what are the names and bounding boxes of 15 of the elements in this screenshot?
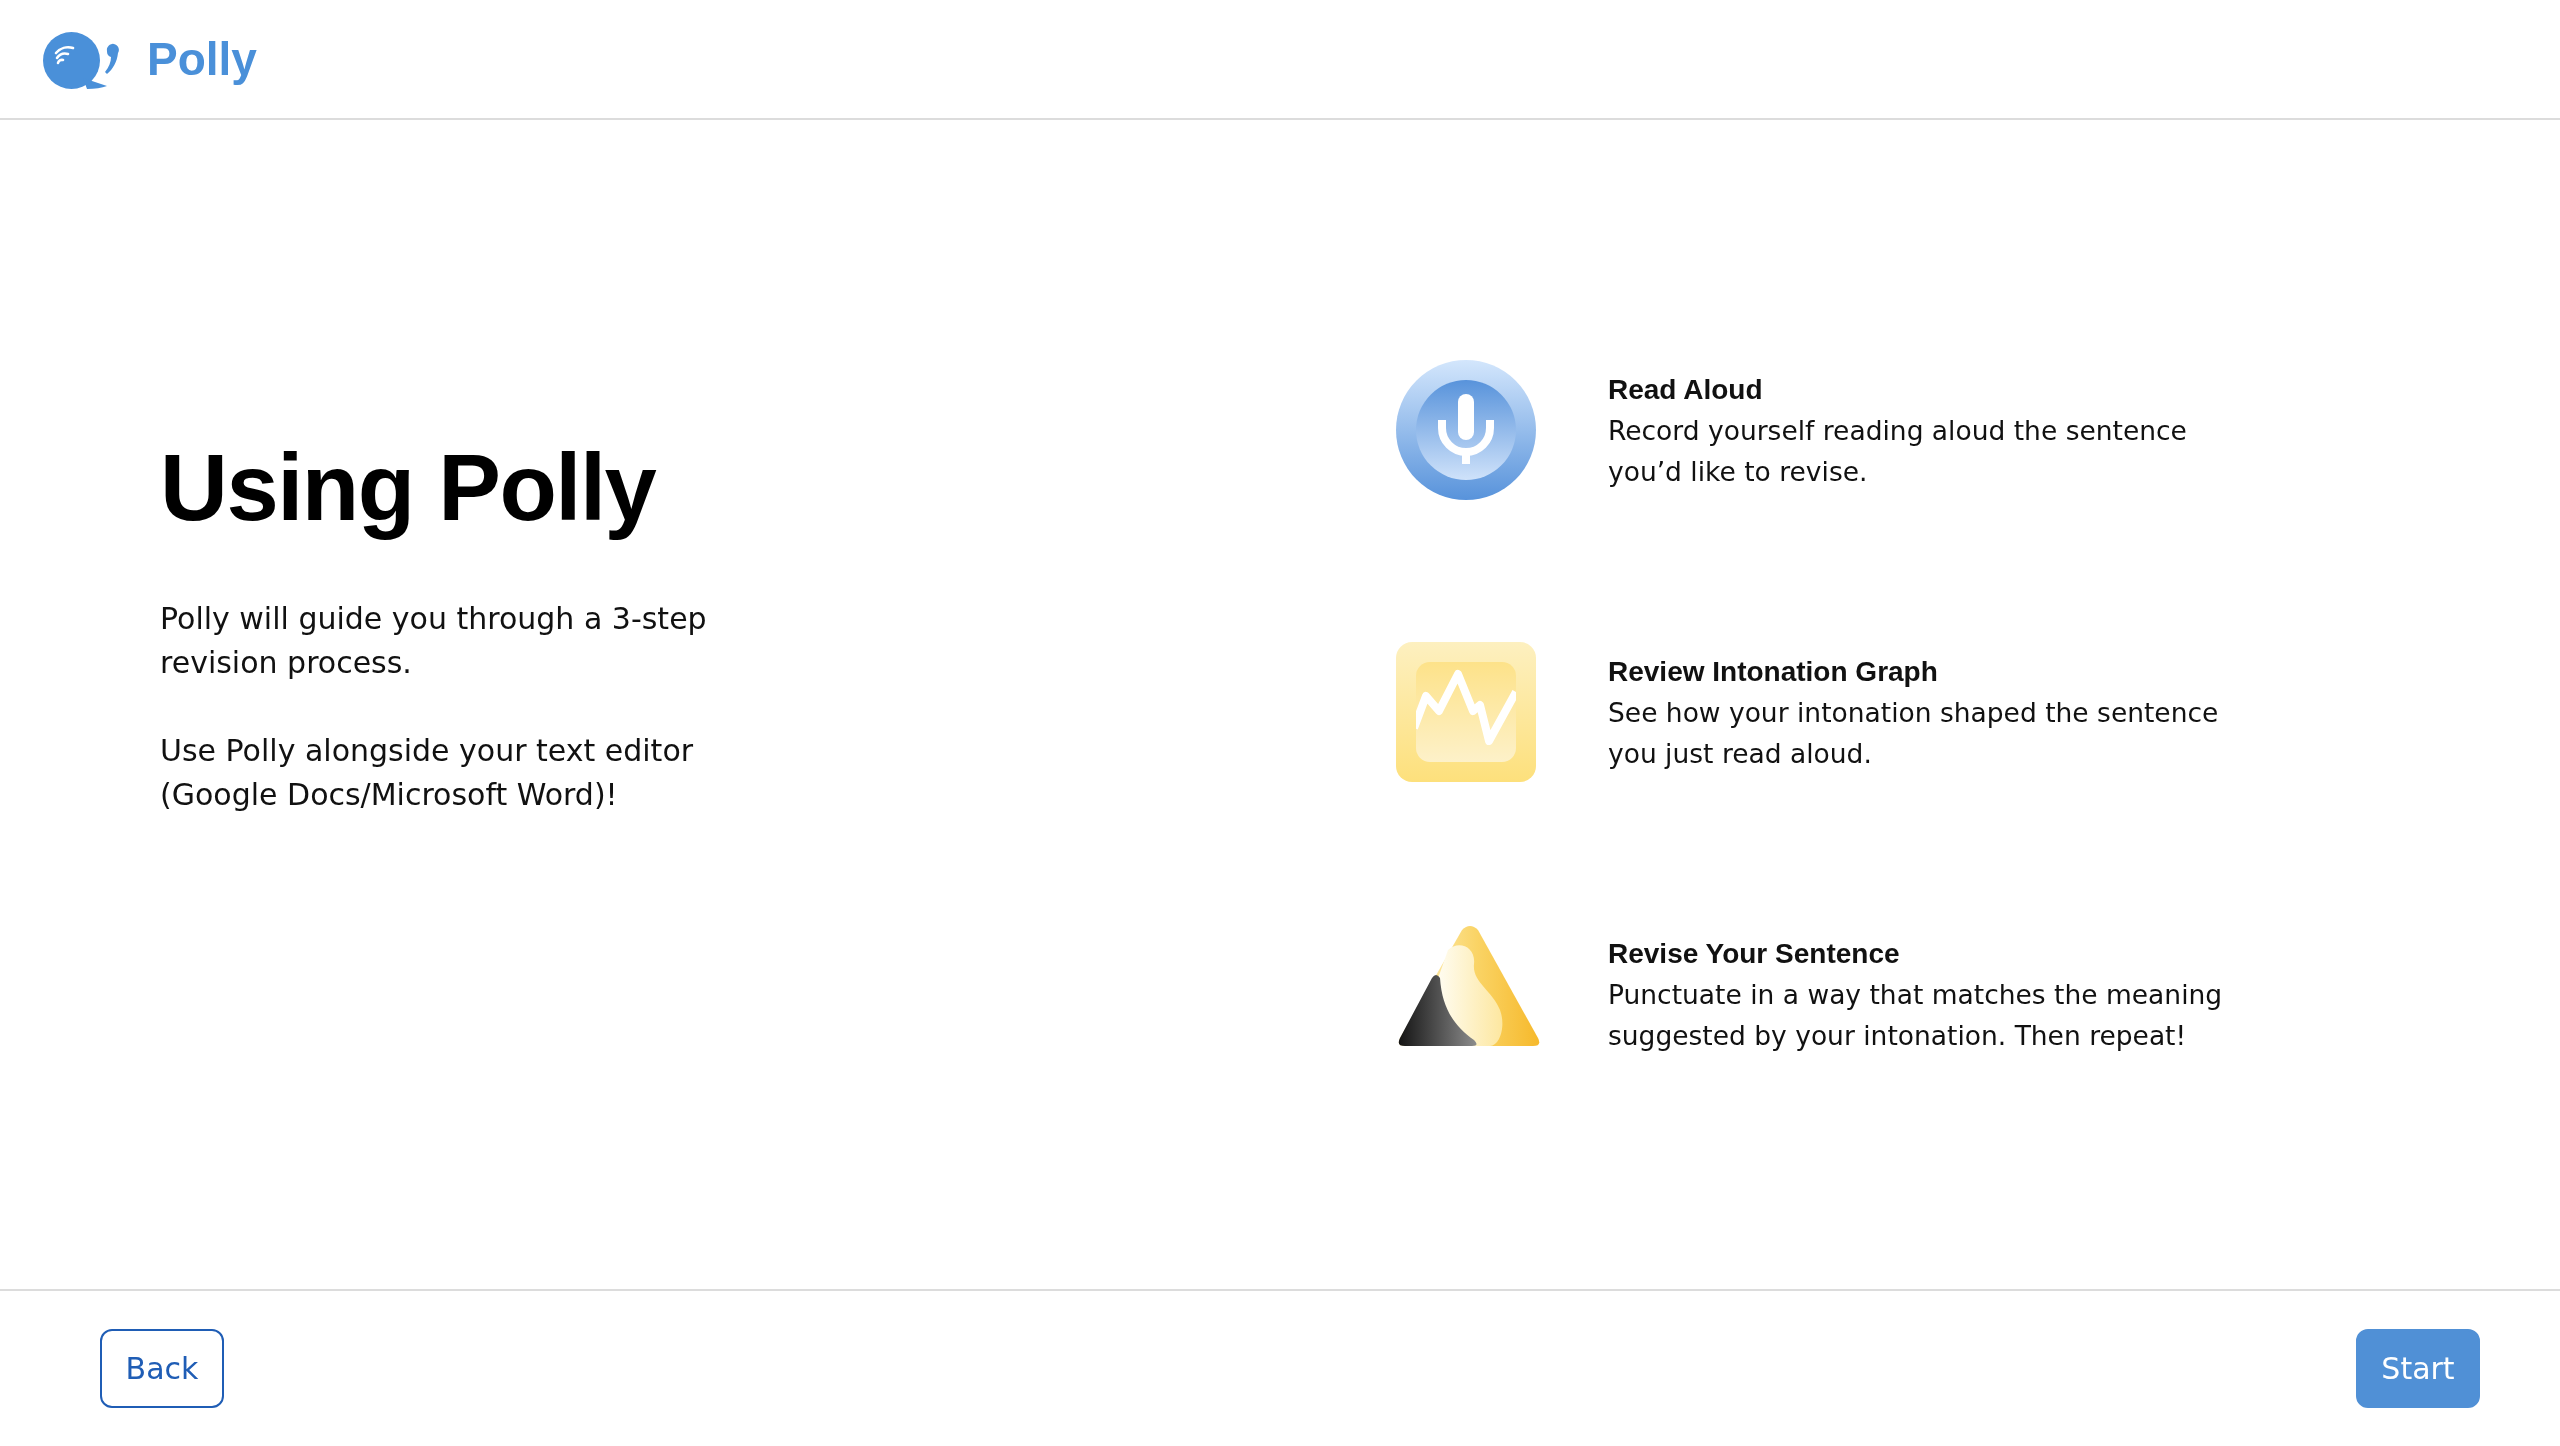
line-graph-icon <box>1396 642 1536 782</box>
microphone-icon <box>1396 360 1536 500</box>
step-description: See how your intonation shaped the sentence you just read aloud. <box>1608 695 2220 771</box>
step-title: Read Aloud <box>1608 372 1764 407</box>
start-button[interactable]: Start <box>2356 1329 2480 1408</box>
logo-icon <box>43 31 119 89</box>
step-title: Revise Your Sentence <box>1608 936 1901 971</box>
step-description: Punctuate in a way that matches the meaning suggested by your intonation. Then repeat! <box>1608 977 2224 1053</box>
step-description: Record yourself reading aloud the sentence you’d like to revise. <box>1608 413 2188 489</box>
intro-paragraph: Use Polly alongside your text editor (Google Docs/Microsoft Word)! <box>160 732 695 814</box>
app-name: Polly <box>147 33 257 85</box>
back-button[interactable]: Back <box>100 1329 224 1408</box>
page-title: Using Polly <box>160 434 656 542</box>
step-title: Review Intonation Graph <box>1608 654 1939 689</box>
intro-paragraph: Polly will guide you through a 3-step revision process. <box>160 600 708 682</box>
